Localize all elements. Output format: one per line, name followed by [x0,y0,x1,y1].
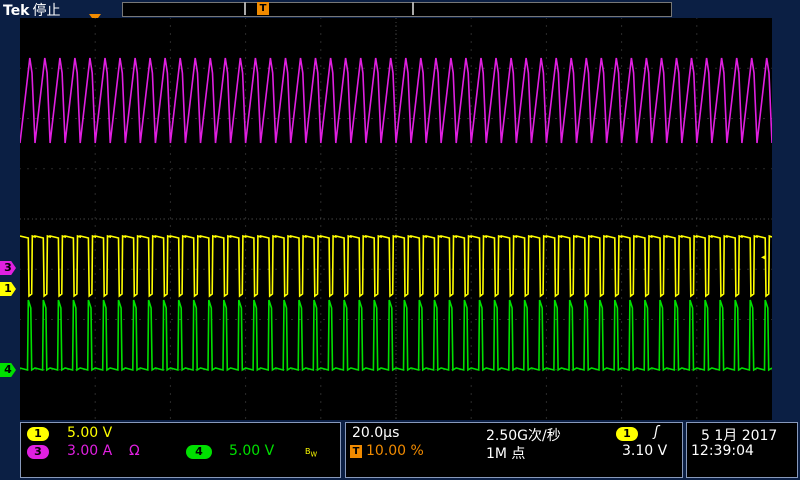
ch4-ground-marker[interactable]: 4 [0,363,16,377]
sample-rate: 2.50G次/秒 [486,428,561,444]
vertical-readout-panel[interactable]: 1 5.00 V 3 3.00 A Ω 4 5.00 V BW [20,422,341,478]
record-view-window[interactable] [244,2,414,15]
trigger-source-badge[interactable]: 1 [616,427,638,441]
acquisition-state: 停止 [32,3,61,19]
ch3-ground-marker[interactable]: 3 [0,261,16,275]
brand: Tek 停止 [3,0,61,20]
date: 5 1月 2017 [701,428,778,444]
ch4-badge[interactable]: 4 [186,445,212,459]
time-per-division: 20.0μs [352,425,400,441]
rising-edge-icon: ʃ [654,424,659,440]
ch4-scale: 5.00 V [229,443,275,459]
graticule-and-waveforms [19,17,773,420]
trigger-position: 10.00 % [366,443,424,459]
brand-logo: Tek [3,3,30,19]
horizontal-readout-panel[interactable]: 20.0μs T 10.00 % 2.50G次/秒 1M 点 1 ʃ 3.10 … [345,422,683,478]
trigger-position-icon: T [350,445,362,458]
top-bar: Tek 停止 T [0,0,800,20]
waveform-display[interactable] [19,17,773,420]
trigger-level: 3.10 V [622,443,668,459]
time: 12:39:04 [691,443,754,459]
ch3-scale: 3.00 A [67,443,113,459]
trigger-level-arrow-icon[interactable]: ◂ [761,252,766,263]
bandwidth-limit-icon: BW [305,447,318,459]
record-length: 1M 点 [486,446,526,462]
status-bar: 1 5.00 V 3 3.00 A Ω 4 5.00 V BW 20.0μs T… [0,420,800,480]
ch3-impedance: Ω [129,443,140,459]
ch1-scale: 5.00 V [67,425,113,441]
record-trigger-marker: T [257,2,269,15]
ch3-badge[interactable]: 3 [27,445,49,459]
ch1-badge[interactable]: 1 [27,427,49,441]
date-time-panel: 5 1月 2017 12:39:04 [686,422,798,478]
ch1-ground-marker[interactable]: 1 [0,282,16,296]
